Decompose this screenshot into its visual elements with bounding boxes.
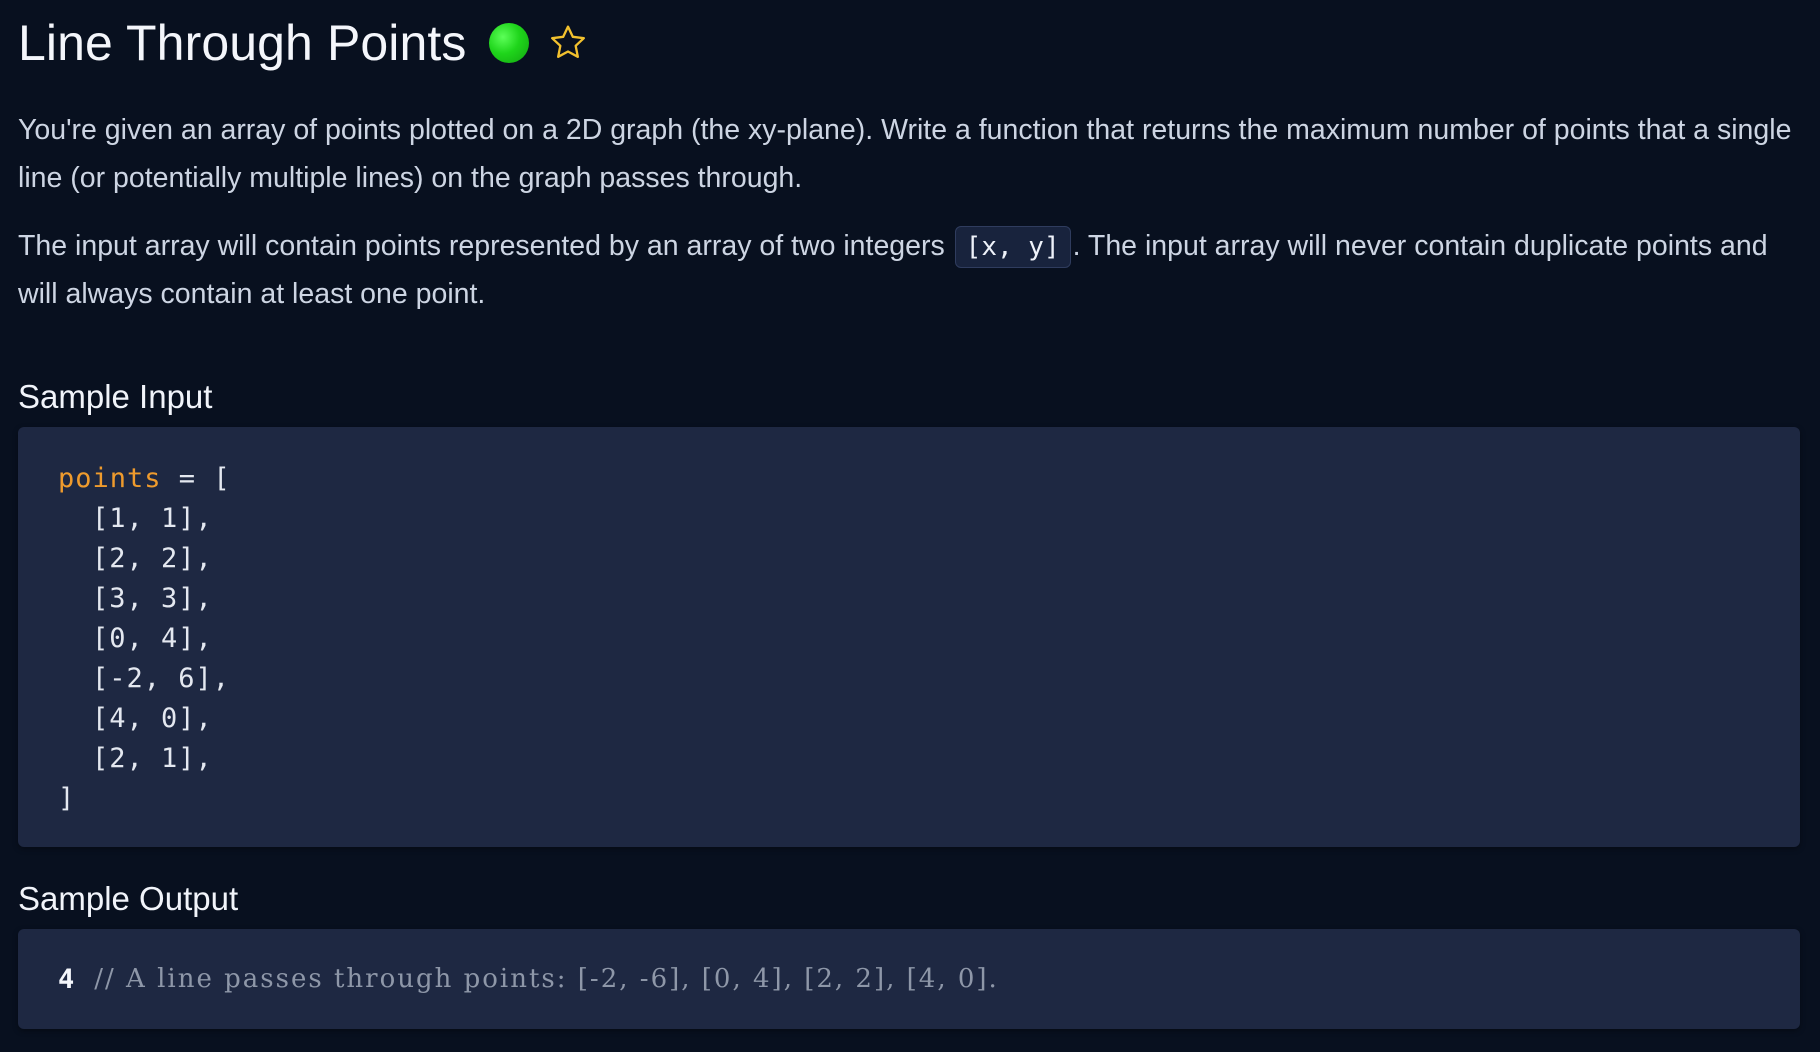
code-line-declaration: points = [ (58, 459, 1800, 499)
sample-input-heading: Sample Input (18, 378, 213, 415)
output-value: 4 (58, 963, 75, 995)
code-line-point: [1, 1], (92, 503, 213, 534)
code-line-point: [3, 3], (92, 583, 213, 614)
code-line-closing: ] (58, 783, 76, 814)
inline-code-xy: [x, y] (954, 226, 1071, 268)
sample-output-heading: Sample Output (18, 880, 239, 917)
description-text-before-code: The input array will contain points repr… (18, 230, 945, 262)
sample-output-code-block: 4 // A line passes through points: [-2, … (18, 929, 1800, 1029)
sample-input-code-block: points = [ [1, 1], [2, 2], [3, 3], [0, 4… (18, 427, 1800, 847)
description-paragraph-1: You're given an array of points plotted … (18, 114, 1792, 194)
title-row: Line Through Points (18, 0, 1800, 86)
output-comment: // A line passes through points: [-2, -6… (94, 964, 999, 994)
green-dot-icon (488, 23, 529, 63)
code-line-point: [-2, 6], (92, 663, 231, 694)
code-line-point: [4, 0], (92, 703, 213, 734)
description-paragraph-2: The input array will contain points repr… (18, 222, 1800, 318)
assign-operator: = [ (161, 463, 231, 494)
code-line-point: [2, 1], (92, 743, 213, 774)
page-title: Line Through Points (18, 15, 467, 71)
problem-page: Line Through Points You're given an arra… (0, 0, 1820, 1052)
variable-name: points (58, 463, 162, 494)
code-line-point: [0, 4], (92, 623, 213, 654)
problem-description: You're given an array of points plotted … (18, 106, 1800, 318)
code-line-point: [2, 2], (92, 543, 213, 574)
star-outline-icon-svg (550, 25, 585, 58)
star-outline-icon[interactable] (547, 22, 589, 64)
